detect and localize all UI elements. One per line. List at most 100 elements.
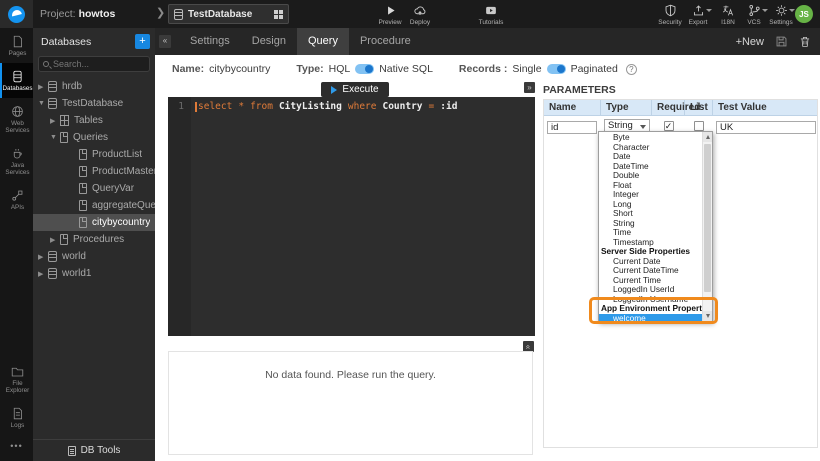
delete-icon[interactable] <box>799 35 811 48</box>
scrollbar-thumb[interactable] <box>704 144 711 292</box>
scroll-up-icon[interactable] <box>703 132 712 142</box>
sql-token: :id <box>440 101 457 112</box>
expander-icon[interactable] <box>38 100 48 107</box>
database-selector[interactable]: TestDatabase <box>168 4 289 24</box>
records-option-single[interactable]: Single <box>512 63 541 75</box>
save-icon[interactable] <box>775 35 788 48</box>
user-avatar[interactable]: JS <box>795 5 813 23</box>
dropdown-option[interactable]: Float <box>599 181 702 191</box>
dropdown-option[interactable]: DateTime <box>599 162 702 172</box>
tab[interactable]: Query <box>297 28 349 55</box>
collapse-panel-button[interactable]: « <box>159 35 171 48</box>
node-label: ProductMasterList <box>92 166 155 177</box>
db-tools-button[interactable]: DB Tools <box>33 439 155 461</box>
tutorials-button[interactable]: Tutorials <box>473 4 509 26</box>
app-logo[interactable] <box>0 0 33 28</box>
dropdown-option[interactable]: Current Time <box>599 276 702 286</box>
tree-node[interactable]: Queries <box>33 129 155 146</box>
tree-node[interactable]: ProductList <box>33 146 155 163</box>
tabbar-actions: +New <box>736 35 820 48</box>
dropdown-option[interactable]: Long <box>599 200 702 210</box>
param-type-value: String <box>608 120 633 131</box>
rail-item-java-services[interactable]: Java Services <box>0 140 33 182</box>
dropdown-option[interactable]: Server Side Properties <box>599 247 702 257</box>
new-query-button[interactable]: +New <box>736 36 764 48</box>
tree-node[interactable]: citybycountry <box>33 214 155 231</box>
rail-item-logs[interactable]: Logs <box>0 400 33 435</box>
type-option-hql[interactable]: HQL <box>329 63 351 75</box>
sql-token: where <box>348 101 377 112</box>
param-test-value-input[interactable] <box>716 121 816 134</box>
dropdown-option[interactable]: App Environment Properties <box>599 304 702 314</box>
dropdown-option[interactable]: Double <box>599 171 702 181</box>
dropdown-option[interactable]: Date <box>599 152 702 162</box>
expander-icon[interactable] <box>38 253 48 261</box>
expander-icon[interactable] <box>50 236 60 244</box>
translate-icon <box>721 4 735 17</box>
rail-item-apis[interactable]: APIs <box>0 182 33 217</box>
tree-node[interactable]: aggregateQuery <box>33 197 155 214</box>
tab[interactable]: Design <box>241 28 297 55</box>
deploy-label: Deploy <box>410 19 430 26</box>
tree-node[interactable]: world1 <box>33 265 155 282</box>
node-label: world1 <box>62 268 91 279</box>
dropdown-option[interactable]: Integer <box>599 190 702 200</box>
records-toggle[interactable] <box>547 64 566 74</box>
required-checkbox[interactable]: ✓ <box>664 121 674 131</box>
dropdown-scrollbar[interactable] <box>702 132 712 321</box>
database-tree: hrdb TestDatabase Tables Quer <box>33 78 155 282</box>
search-input[interactable] <box>53 59 141 69</box>
expand-parameters-button[interactable]: » <box>524 82 535 93</box>
sql-editor[interactable]: 1 select * from CityListing where Countr… <box>168 97 535 336</box>
settings-caret-icon <box>789 9 795 12</box>
rail-item-pages[interactable]: Pages <box>0 28 33 63</box>
settings-button[interactable]: Settings <box>763 4 799 26</box>
tree-node[interactable]: Procedures <box>33 231 155 248</box>
editor-gutter: 1 <box>168 97 191 336</box>
dropdown-option[interactable]: Byte <box>599 133 702 143</box>
dropdown-option[interactable]: Short <box>599 209 702 219</box>
explorer-search-box[interactable] <box>38 56 150 72</box>
parameters-title: PARAMETERS <box>543 84 616 96</box>
switch-resource-grid-icon[interactable] <box>274 10 283 19</box>
rail-item-databases[interactable]: Databases <box>0 63 33 98</box>
tree-node[interactable]: QueryVar <box>33 180 155 197</box>
expander-icon[interactable] <box>50 117 60 125</box>
rail-item-file-explorer[interactable]: File Explorer <box>0 358 33 400</box>
expander-icon[interactable] <box>50 134 60 141</box>
deploy-button[interactable]: Deploy <box>402 4 438 26</box>
tab[interactable]: Procedure <box>349 28 422 55</box>
scroll-down-icon[interactable] <box>703 311 712 321</box>
tree-node[interactable]: Tables <box>33 112 155 129</box>
add-database-button[interactable]: + <box>135 34 150 49</box>
expander-icon[interactable] <box>38 270 48 278</box>
records-option-paginated[interactable]: Paginated <box>571 63 618 75</box>
help-icon[interactable]: ? <box>626 64 637 75</box>
dropdown-option[interactable]: Current Date <box>599 257 702 267</box>
type-option-native-sql[interactable]: Native SQL <box>379 63 433 75</box>
rail-item-web-services[interactable]: Web Services <box>0 98 33 140</box>
node-icon <box>48 81 57 92</box>
rail-overflow-button[interactable]: ••• <box>0 435 33 457</box>
tree-node[interactable]: world <box>33 248 155 265</box>
param-name-input[interactable] <box>547 121 597 134</box>
tab[interactable]: Settings <box>179 28 241 55</box>
list-checkbox[interactable] <box>694 121 704 131</box>
dropdown-option[interactable]: welcome <box>599 314 702 324</box>
tree-node[interactable]: hrdb <box>33 78 155 95</box>
dropdown-option[interactable]: Time <box>599 228 702 238</box>
tree-node[interactable]: TestDatabase <box>33 95 155 112</box>
expander-icon[interactable] <box>38 83 48 91</box>
dropdown-option[interactable]: String <box>599 219 702 229</box>
type-toggle[interactable] <box>355 64 374 74</box>
dropdown-option[interactable]: LoggedIn UserId <box>599 285 702 295</box>
tree-node[interactable]: ProductMasterList <box>33 163 155 180</box>
database-explorer-panel: Databases + hrdb TestDatabase <box>33 28 155 461</box>
dropdown-option[interactable]: Current DateTime <box>599 266 702 276</box>
execute-button[interactable]: Execute <box>321 82 389 97</box>
rail-label: File Explorer <box>2 380 33 394</box>
dropdown-option[interactable]: LoggedIn Username <box>599 295 702 305</box>
folder-icon <box>11 365 24 378</box>
dropdown-option[interactable]: Timestamp <box>599 238 702 248</box>
dropdown-option[interactable]: Character <box>599 143 702 153</box>
